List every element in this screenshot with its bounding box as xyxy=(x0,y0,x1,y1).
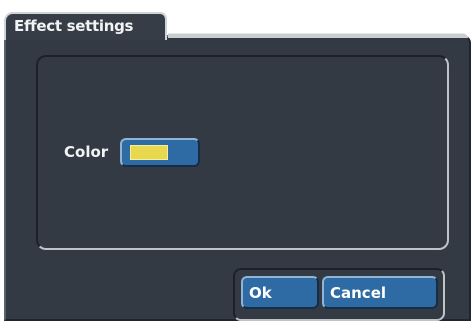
tab-effect-settings[interactable]: Effect settings xyxy=(4,12,167,40)
color-label: Color xyxy=(64,143,109,161)
tab-label: Effect settings xyxy=(14,17,134,35)
effect-settings-dialog: Effect settings Color Ok Cancel xyxy=(0,0,475,324)
color-swatch xyxy=(130,145,168,160)
ok-button[interactable]: Ok xyxy=(241,276,319,309)
color-picker-button[interactable] xyxy=(120,138,200,167)
cancel-button[interactable]: Cancel xyxy=(322,276,438,309)
dialog-top-edge xyxy=(168,33,468,38)
